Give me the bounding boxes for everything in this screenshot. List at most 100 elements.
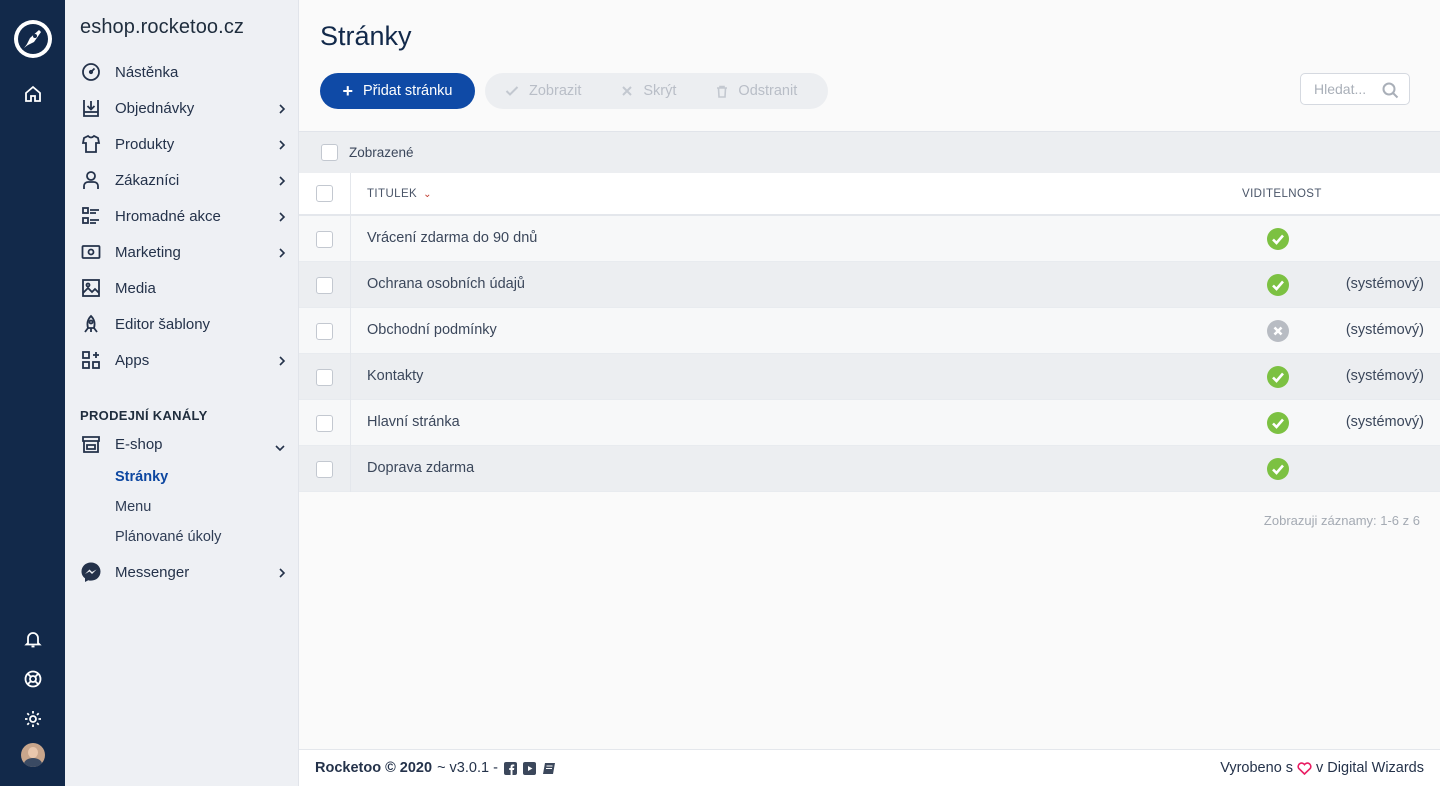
sidebar-subitem-scheduled-tasks[interactable]: Plánované úkoly — [115, 529, 221, 545]
row-visibility — [1267, 412, 1289, 438]
inbox-icon — [80, 97, 102, 119]
home-icon[interactable] — [0, 84, 65, 104]
facebook-icon[interactable] — [503, 761, 517, 775]
youtube-icon[interactable] — [522, 761, 536, 775]
visible-check-icon[interactable] — [1267, 412, 1289, 434]
sort-desc-icon: ⌄ — [423, 189, 432, 200]
row-checkbox[interactable] — [316, 368, 333, 386]
search-placeholder: Hledat... — [1314, 81, 1367, 97]
table-header: TITULEK ⌄ VIDITELNOST — [299, 173, 1440, 216]
row-checkbox-cell — [299, 400, 351, 446]
settings-gear-icon[interactable] — [0, 709, 65, 729]
pages-table: TITULEK ⌄ VIDITELNOST Vrácení zdarma do 9… — [299, 173, 1440, 492]
row-title[interactable]: Doprava zdarma — [367, 460, 474, 476]
chevron-right-icon — [278, 102, 286, 119]
trash-icon — [717, 85, 728, 98]
sidebar-item-label: Objednávky — [115, 99, 195, 117]
table-row[interactable]: Hlavní stránka (systémový) — [299, 400, 1440, 446]
table-row[interactable]: Vrácení zdarma do 90 dnů — [299, 216, 1440, 262]
add-page-button[interactable]: + Přidat stránku — [320, 73, 475, 109]
row-visibility — [1267, 320, 1289, 346]
table-row[interactable]: Obchodní podmínky (systémový) — [299, 308, 1440, 354]
sidebar-item-messenger[interactable]: Messenger — [80, 557, 286, 587]
footer-version: ~ v3.0.1 - — [437, 760, 498, 776]
heart-icon — [1297, 761, 1312, 775]
sidebar: eshop.rocketoo.cz Nástěnka Objednávky Pr… — [65, 0, 299, 786]
row-checkbox[interactable] — [316, 230, 333, 248]
book-icon[interactable] — [542, 762, 556, 775]
row-checkbox-cell — [299, 262, 351, 308]
filter-visible-label: Zobrazené — [349, 145, 414, 160]
sidebar-item-customers[interactable]: Zákazníci — [80, 165, 286, 195]
footer-brand: Rocketoo © 2020 — [315, 760, 433, 776]
chevron-right-icon — [278, 210, 286, 227]
bell-icon[interactable] — [0, 629, 65, 649]
select-all-checkbox[interactable] — [316, 185, 333, 202]
sidebar-item-bulk-actions[interactable]: Hromadné akce — [80, 201, 286, 231]
show-button[interactable]: Zobrazit — [505, 83, 581, 99]
shop-title: eshop.rocketoo.cz — [80, 16, 245, 38]
page-title: Stránky — [320, 21, 412, 51]
row-visibility — [1267, 228, 1289, 254]
footer-made-suffix: v Digital Wizards — [1316, 760, 1424, 776]
help-icon[interactable] — [0, 669, 65, 689]
sales-channels-heading: PRODEJNÍ KANÁLY — [80, 408, 208, 423]
visible-check-icon[interactable] — [1267, 228, 1289, 250]
sidebar-item-apps[interactable]: Apps — [80, 345, 286, 375]
row-title[interactable]: Hlavní stránka — [367, 414, 460, 430]
row-title[interactable]: Obchodní podmínky — [367, 322, 497, 338]
table-row[interactable]: Doprava zdarma — [299, 446, 1440, 492]
sidebar-subitem-pages[interactable]: Stránky — [115, 469, 168, 485]
icon-rail — [0, 0, 65, 786]
row-title[interactable]: Vrácení zdarma do 90 dnů — [367, 230, 537, 246]
plus-icon: + — [342, 81, 354, 101]
select-all-cell — [299, 173, 351, 214]
row-checkbox[interactable] — [316, 414, 333, 432]
column-title-header[interactable]: TITULEK ⌄ — [367, 188, 432, 200]
sidebar-item-label: Zákazníci — [115, 171, 180, 189]
sidebar-item-eshop[interactable]: E-shop — [80, 429, 286, 459]
sidebar-item-template-editor[interactable]: Editor šablony — [80, 309, 286, 339]
sidebar-item-media[interactable]: Media — [80, 273, 286, 303]
hidden-cross-icon[interactable] — [1267, 320, 1289, 342]
sidebar-item-label: E-shop — [115, 435, 163, 453]
sidebar-item-dashboard[interactable]: Nástěnka — [80, 57, 286, 87]
hide-button[interactable]: Skrýt — [621, 83, 676, 99]
visible-check-icon[interactable] — [1267, 274, 1289, 296]
sidebar-subitem-menu[interactable]: Menu — [115, 499, 151, 515]
rocketoo-logo-icon[interactable] — [0, 18, 65, 60]
delete-button[interactable]: Odstranit — [716, 83, 797, 99]
sidebar-item-label: Nástěnka — [115, 63, 179, 81]
row-checkbox[interactable] — [316, 322, 333, 340]
row-visibility — [1267, 366, 1289, 392]
visible-check-icon[interactable] — [1267, 366, 1289, 388]
row-checkbox[interactable] — [316, 460, 333, 478]
table-row[interactable]: Ochrana osobních údajů (systémový) — [299, 262, 1440, 308]
sidebar-item-marketing[interactable]: Marketing — [80, 237, 286, 267]
sidebar-item-label: Produkty — [115, 135, 175, 153]
visible-check-icon[interactable] — [1267, 458, 1289, 480]
sidebar-item-orders[interactable]: Objednávky — [80, 93, 286, 123]
sidebar-item-label: Messenger — [115, 563, 190, 581]
search-input[interactable]: Hledat... — [1300, 73, 1410, 105]
rocket-icon — [80, 313, 102, 335]
row-title[interactable]: Kontakty — [367, 368, 423, 384]
filter-visible-checkbox[interactable] — [321, 144, 338, 161]
sidebar-item-products[interactable]: Produkty — [80, 129, 286, 159]
footer: Rocketoo © 2020 ~ v3.0.1 - Vyrobeno s v … — [299, 749, 1440, 786]
row-system-label: (systémový) — [1345, 368, 1424, 384]
sidebar-item-label: Media — [115, 279, 156, 297]
row-visibility — [1267, 458, 1289, 484]
user-avatar[interactable] — [0, 743, 65, 767]
column-visibility-header[interactable]: VIDITELNOST — [1242, 188, 1322, 200]
chevron-right-icon — [278, 174, 286, 191]
chevron-right-icon — [278, 566, 286, 583]
row-title[interactable]: Ochrana osobních údajů — [367, 276, 525, 292]
footer-made-prefix: Vyrobeno s — [1220, 760, 1294, 776]
row-checkbox[interactable] — [316, 276, 333, 294]
row-system-label: (systémový) — [1345, 414, 1424, 430]
footer-left: Rocketoo © 2020 ~ v3.0.1 - — [315, 760, 556, 776]
table-row[interactable]: Kontakty (systémový) — [299, 354, 1440, 400]
messenger-icon — [80, 561, 102, 583]
footer-right: Vyrobeno s v Digital Wizards — [1220, 760, 1424, 776]
